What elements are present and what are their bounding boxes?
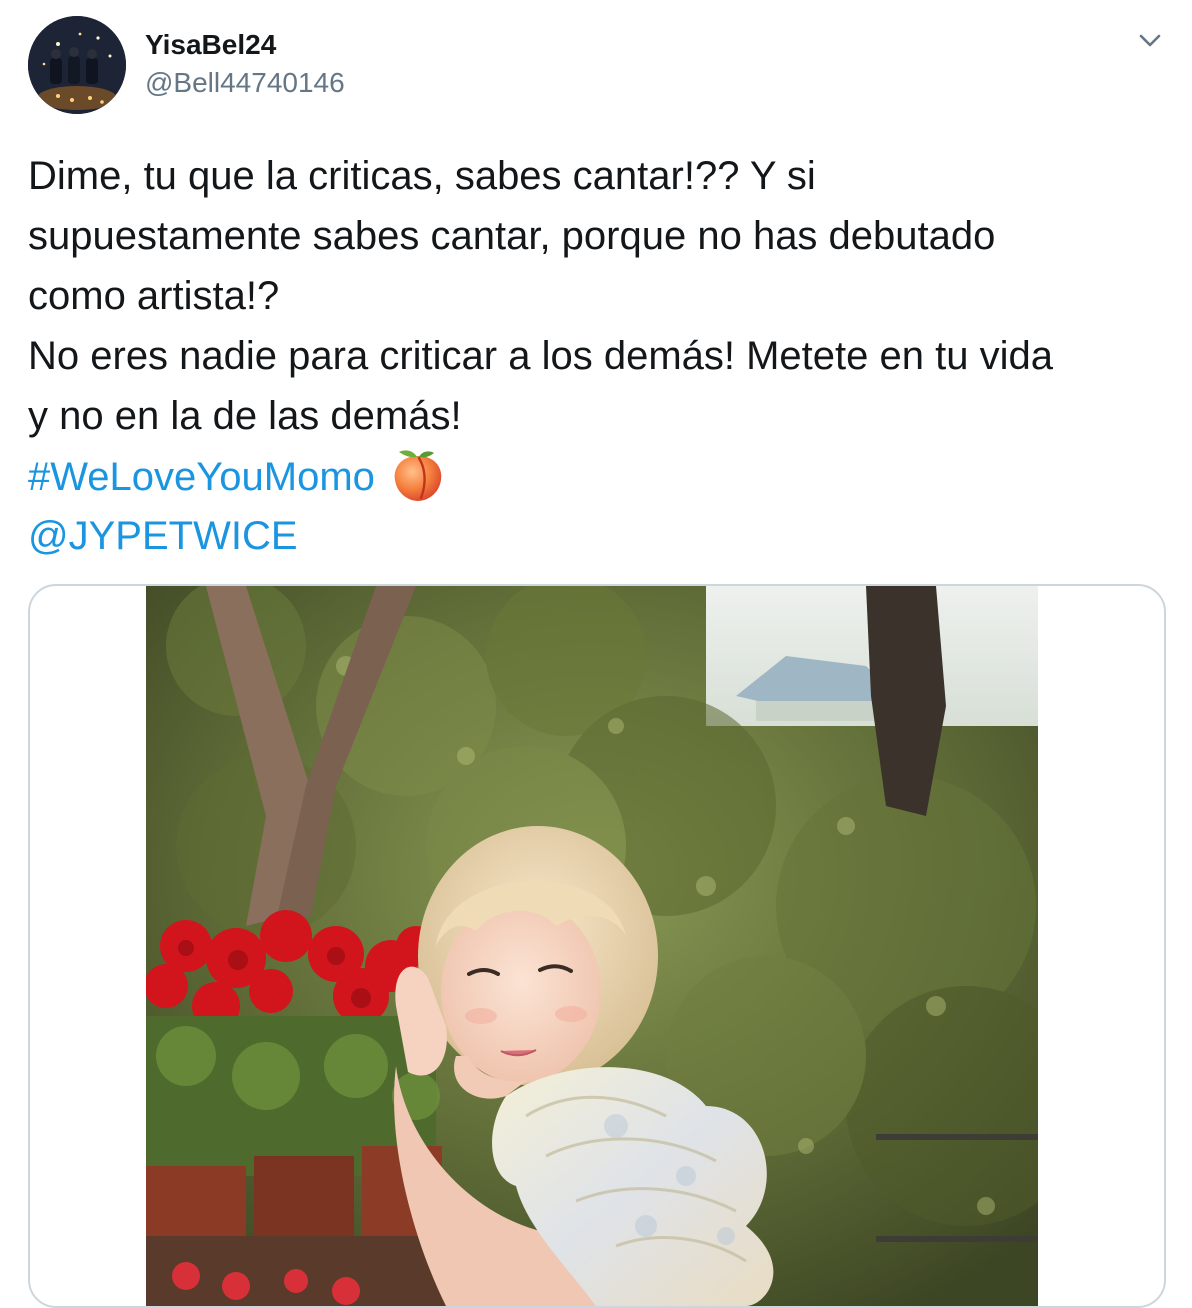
media-card[interactable] (28, 584, 1166, 1308)
photo-image (146, 586, 1038, 1306)
mention-link[interactable]: @JYPETWICE (28, 514, 298, 558)
tweet-text: Dime, tu que la criticas, sabes cantar!?… (28, 146, 1168, 566)
tweet-menu-button[interactable] (1128, 26, 1172, 60)
author-handle[interactable]: @Bell44740146 (145, 66, 345, 100)
mention-line: @JYPETWICE (28, 506, 1168, 566)
author-display-name[interactable]: YisaBel24 (145, 28, 276, 62)
tweet-text-line: No eres nadie para criticar a los demás!… (28, 334, 1053, 378)
tweet-photo[interactable] (146, 586, 1038, 1306)
peach-emoji-icon (389, 446, 447, 504)
tweet-text-line: como artista!? (28, 274, 280, 318)
chevron-down-icon (1139, 34, 1161, 47)
hashtag-link[interactable]: #WeLoveYouMomo (28, 455, 375, 499)
tweet-text-line: Dime, tu que la criticas, sabes cantar!?… (28, 154, 816, 198)
tweet-text-line: supuestamente sabes cantar, porque no ha… (28, 214, 996, 258)
avatar[interactable] (28, 16, 126, 114)
hashtag-line: #WeLoveYouMomo (28, 446, 1168, 506)
avatar-photo (28, 16, 126, 114)
tweet-text-line: y no en la de las demás! (28, 394, 462, 438)
